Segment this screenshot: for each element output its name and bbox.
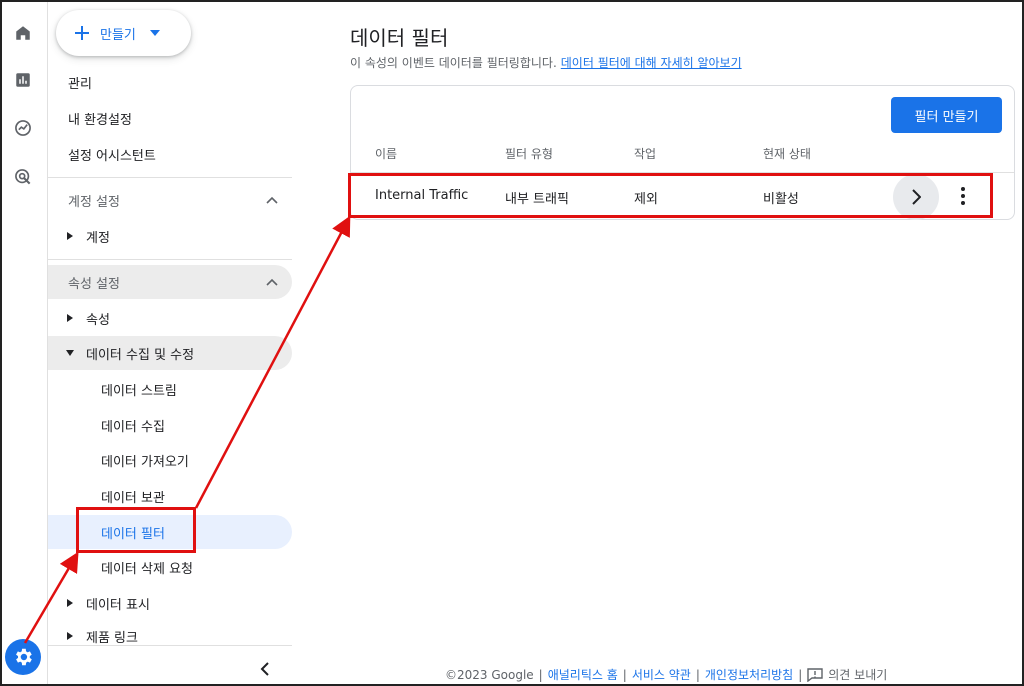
annotation-box-filter-row (348, 173, 993, 218)
expand-arrow-icon (62, 599, 78, 607)
nav-account[interactable]: 계정 (48, 219, 292, 253)
column-header-name: 이름 (375, 147, 398, 161)
nav-data-collection-sub[interactable]: 데이터 수집 (48, 408, 292, 442)
divider (48, 177, 292, 178)
divider (48, 259, 292, 260)
nav-product-links[interactable]: 제품 링크 (48, 621, 292, 651)
collapse-sidebar-icon[interactable] (260, 660, 270, 681)
learn-more-link[interactable]: 데이터 필터에 대해 자세히 알아보기 (561, 56, 742, 70)
nav-property[interactable]: 속성 (48, 301, 292, 335)
privacy-link[interactable]: 개인정보처리방침 (705, 666, 793, 683)
nav-data-deletion-requests[interactable]: 데이터 삭제 요청 (48, 550, 292, 584)
nav-data-streams[interactable]: 데이터 스트림 (48, 372, 292, 406)
analytics-home-link[interactable]: 애널리틱스 홈 (548, 666, 618, 683)
expand-arrow-icon (62, 314, 78, 322)
collapse-arrow-icon (62, 350, 78, 356)
nav-preferences[interactable]: 내 환경설정 (48, 101, 292, 135)
home-icon[interactable] (10, 20, 36, 46)
create-filter-button[interactable]: 필터 만들기 (891, 97, 1002, 133)
copyright: ©2023 Google (445, 667, 534, 682)
plus-icon (75, 26, 89, 40)
admin-sidebar: 만들기 관리 내 환경설정 설정 어시스턴트 계정 설정 계정 속성 설정 속성… (48, 0, 300, 686)
page-title: 데이터 필터 (350, 26, 449, 50)
feedback-icon (807, 667, 823, 682)
property-settings-section[interactable]: 속성 설정 (48, 265, 292, 299)
expand-arrow-icon (62, 232, 78, 240)
advertising-icon[interactable] (10, 164, 36, 190)
column-header-action: 작업 (634, 147, 657, 161)
create-button[interactable]: 만들기 (56, 10, 191, 56)
dropdown-arrow-icon (149, 30, 160, 36)
account-settings-section[interactable]: 계정 설정 (48, 183, 292, 217)
explore-icon[interactable] (10, 115, 36, 141)
nav-admin[interactable]: 관리 (48, 65, 292, 99)
column-header-filter-type: 필터 유형 (505, 147, 553, 161)
column-header-status: 현재 상태 (763, 147, 811, 161)
nav-data-display[interactable]: 데이터 표시 (48, 586, 292, 620)
terms-link[interactable]: 서비스 약관 (632, 666, 691, 683)
expand-arrow-icon (62, 632, 78, 640)
nav-data-import[interactable]: 데이터 가져오기 (48, 443, 292, 477)
footer: ©2023 Google | 애널리틱스 홈 | 서비스 약관 | 개인정보처리… (445, 666, 888, 683)
chevron-up-icon (266, 278, 278, 286)
nav-data-collection[interactable]: 데이터 수집 및 수정 (48, 336, 292, 370)
page-subtitle: 이 속성의 이벤트 데이터를 필터링합니다. 데이터 필터에 대해 자세히 알아보… (350, 56, 742, 70)
admin-gear-icon[interactable] (5, 639, 41, 675)
nav-setup-assistant[interactable]: 설정 어시스턴트 (48, 137, 292, 171)
divider (48, 645, 292, 646)
nav-rail (0, 0, 48, 686)
annotation-box-data-filter (76, 507, 196, 553)
create-label: 만들기 (100, 27, 136, 43)
reports-icon[interactable] (10, 67, 36, 93)
send-feedback-link[interactable]: 의견 보내기 (828, 666, 887, 683)
chevron-up-icon (266, 196, 278, 204)
